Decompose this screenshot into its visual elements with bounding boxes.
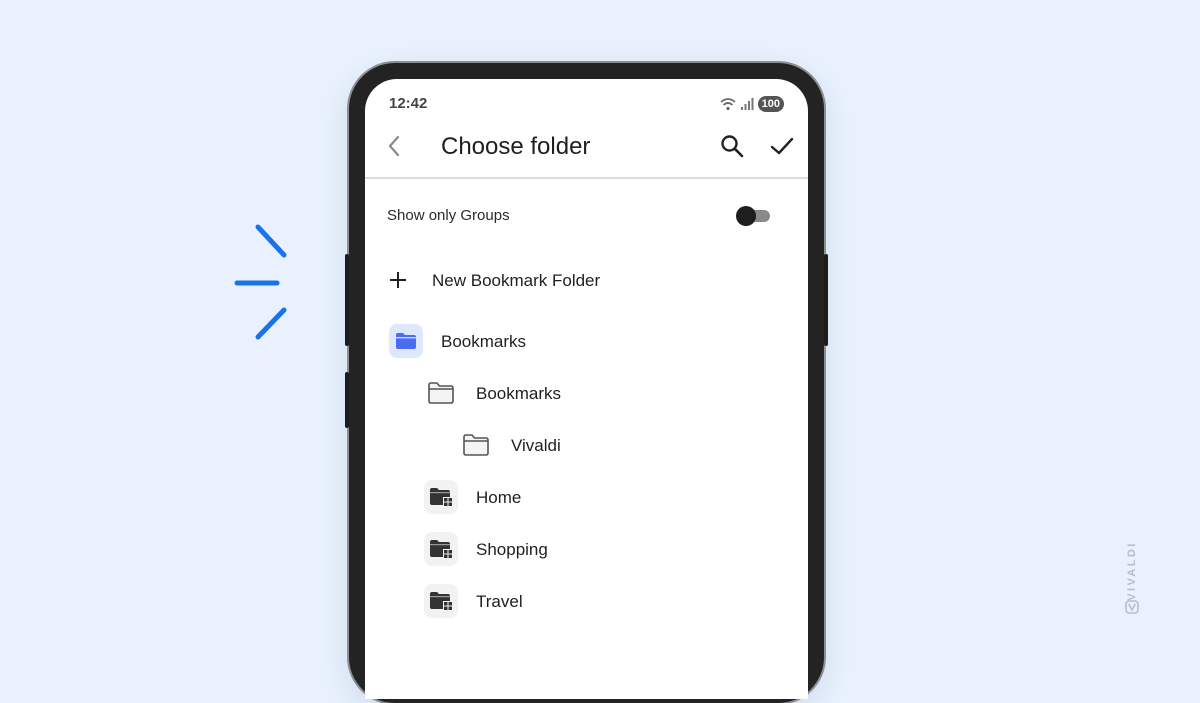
brand-name: VIVALDI [1126, 541, 1138, 601]
folder-label[interactable]: Bookmarks [441, 332, 526, 352]
folder-outline-icon [428, 382, 454, 404]
side-button [345, 372, 349, 428]
confirm-check-icon[interactable] [769, 133, 795, 159]
folder-label[interactable]: Vivaldi [511, 436, 561, 456]
search-icon[interactable] [719, 133, 745, 159]
battery-indicator: 100 [757, 96, 784, 112]
back-arrow-icon[interactable] [383, 133, 407, 159]
phone-screen: 12:42 100 Choose folder Show only Groups… [365, 79, 808, 699]
folder-item-bookmarks[interactable] [424, 376, 458, 410]
folder-item-travel[interactable] [424, 584, 458, 618]
folder-filled-blue-icon [396, 333, 416, 349]
page-title: Choose folder [441, 133, 591, 160]
power-button [824, 254, 828, 346]
folder-group-icon [430, 540, 453, 559]
sparkle-decoration-icon [234, 224, 287, 340]
folder-label[interactable]: Travel [476, 592, 523, 612]
folder-group-icon [430, 592, 453, 611]
status-icons: 100 [720, 95, 784, 113]
folder-item-shopping[interactable] [424, 532, 458, 566]
folder-item-bookmarks-root[interactable] [389, 324, 423, 358]
wifi-icon [720, 98, 736, 111]
folder-outline-icon [463, 434, 489, 456]
app-bar: Choose folder [365, 123, 808, 179]
folder-item-home[interactable] [424, 480, 458, 514]
folder-label[interactable]: Bookmarks [476, 384, 561, 404]
folder-item-vivaldi[interactable] [459, 428, 493, 462]
status-bar: 12:42 100 [365, 79, 808, 127]
show-only-groups-label: Show only Groups [387, 207, 510, 224]
toggle-knob [736, 206, 756, 226]
folder-label[interactable]: Home [476, 488, 521, 508]
new-bookmark-folder-button[interactable]: New Bookmark Folder [432, 271, 600, 291]
signal-icon [740, 98, 754, 110]
plus-icon[interactable] [387, 269, 409, 291]
folder-group-icon [430, 488, 453, 507]
brand-watermark: VIVALDI [1124, 533, 1140, 615]
vivaldi-logo-icon [1125, 600, 1139, 614]
status-time: 12:42 [389, 95, 428, 112]
volume-button [345, 254, 349, 346]
show-only-groups-toggle[interactable] [736, 206, 772, 226]
folder-label[interactable]: Shopping [476, 540, 548, 560]
